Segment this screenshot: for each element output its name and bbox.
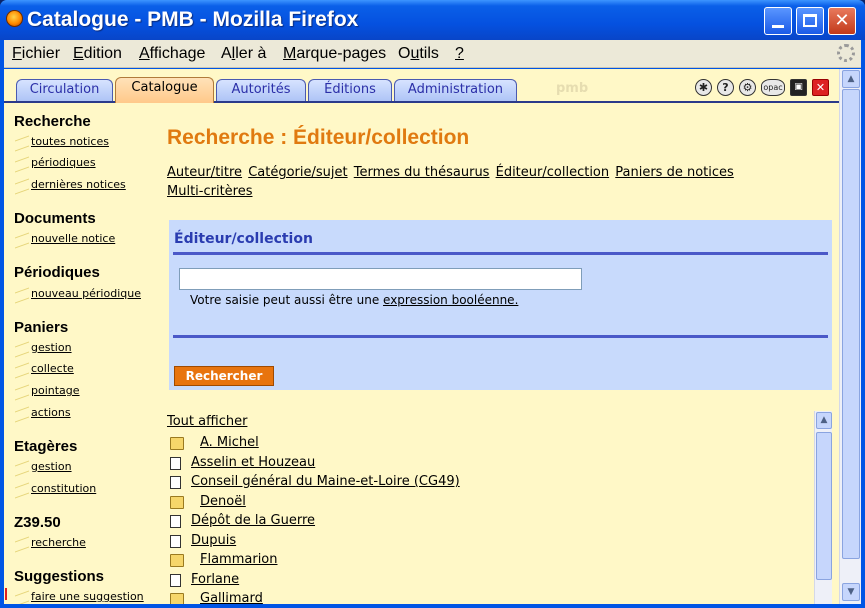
scroll-thumb[interactable]	[816, 432, 832, 580]
tab-circulation[interactable]: Circulation	[16, 79, 113, 101]
minimize-button[interactable]	[764, 7, 792, 35]
folder-icon	[170, 437, 184, 450]
scroll-down-icon[interactable]: ▼	[842, 583, 860, 601]
folder-icon	[170, 496, 184, 509]
menu-fichier[interactable]: Fichier	[12, 45, 60, 63]
menu-bar: Fichier Edition Affichage Aller à Marque…	[4, 40, 861, 68]
sidebar-title-recherche: Recherche	[14, 113, 91, 130]
document-icon	[170, 535, 181, 548]
sidebar-title-etageres: Etagères	[14, 438, 78, 455]
nav-termes-thesaurus[interactable]: Termes du thésaurus	[354, 165, 490, 180]
scroll-up-icon[interactable]: ▲	[842, 70, 860, 88]
page-scrollbar[interactable]: ▲ ▼	[839, 69, 861, 604]
folder-icon	[170, 593, 184, 604]
sidebar-title-z3950: Z39.50	[14, 514, 61, 531]
folder-icon	[170, 554, 184, 567]
title-bar[interactable]: Catalogue - PMB - Mozilla Firefox ✕	[0, 0, 865, 40]
nav-categorie-sujet[interactable]: Catégorie/sujet	[248, 165, 347, 180]
tab-autorites[interactable]: Autorités	[216, 79, 306, 101]
sidebar-title-periodiques: Périodiques	[14, 264, 100, 281]
hint-text: Votre saisie peut aussi être une	[190, 293, 380, 307]
firefox-icon	[6, 10, 23, 27]
search-type-nav: Auteur/titre Catégorie/sujet Termes du t…	[167, 163, 767, 201]
page-title: Recherche : Éditeur/collection	[167, 126, 470, 149]
sidebar-link-pointage[interactable]: pointage	[31, 384, 80, 397]
search-hint: Votre saisie peut aussi être une express…	[190, 293, 518, 307]
maximize-icon	[803, 14, 817, 27]
sidebar-link-dernieres-notices[interactable]: dernières notices	[31, 178, 126, 191]
nav-multi-criteres[interactable]: Multi-critères	[167, 184, 253, 199]
search-form-panel: Éditeur/collection Votre saisie peut aus…	[169, 220, 832, 390]
save-icon[interactable]: ▣	[790, 79, 807, 96]
show-all-link[interactable]: Tout afficher	[167, 414, 247, 429]
sidebar-link-etageres-gestion[interactable]: gestion	[31, 460, 72, 473]
sidebar-link-toutes-notices[interactable]: toutes notices	[31, 135, 109, 148]
edge-marker	[5, 588, 7, 600]
sidebar-link-nouveau-periodique[interactable]: nouveau périodique	[31, 287, 141, 300]
nav-auteur-titre[interactable]: Auteur/titre	[167, 165, 242, 180]
sidebar-link-faire-une-suggestion[interactable]: faire une suggestion	[31, 590, 144, 603]
search-button[interactable]: Rechercher	[174, 366, 274, 386]
document-icon	[170, 457, 181, 470]
close-icon: ✕	[834, 10, 850, 31]
search-input[interactable]	[179, 268, 582, 290]
sidebar-link-actions[interactable]: actions	[31, 406, 71, 419]
sidebar-link-periodiques[interactable]: périodiques	[31, 156, 96, 169]
sidebar-title-suggestions: Suggestions	[14, 568, 105, 585]
close-icon[interactable]: ✕	[812, 79, 829, 96]
menu-affichage[interactable]: Affichage	[139, 45, 205, 63]
boolean-expression-link[interactable]: expression booléenne.	[383, 293, 518, 307]
help-icon[interactable]: ?	[717, 79, 734, 96]
pmb-watermark: pmb	[556, 81, 589, 96]
minimize-icon	[772, 25, 784, 28]
sidebar-link-z3950-recherche[interactable]: recherche	[31, 536, 86, 549]
opac-icon[interactable]: opac	[761, 79, 785, 96]
globe-icon[interactable]: ✱	[695, 79, 712, 96]
main-panel: Recherche : Éditeur/collection Auteur/ti…	[167, 109, 839, 604]
toolbar-icons: ✱ ? ⚙ opac ▣ ✕	[695, 79, 829, 97]
sidebar: Recherche toutes notices périodiques der…	[4, 109, 164, 604]
gear-icon[interactable]: ⚙	[739, 79, 756, 96]
sidebar-link-nouvelle-notice[interactable]: nouvelle notice	[31, 232, 115, 245]
panel-title: Éditeur/collection	[174, 231, 313, 247]
menu-edition[interactable]: Edition	[73, 45, 122, 63]
sidebar-title-paniers: Paniers	[14, 319, 69, 336]
close-window-button[interactable]: ✕	[828, 7, 856, 35]
sidebar-link-constitution[interactable]: constitution	[31, 482, 96, 495]
tab-editions[interactable]: Éditions	[308, 79, 392, 101]
menu-marque-pages[interactable]: Marque-pages	[283, 45, 386, 63]
panel-divider-top	[173, 252, 828, 255]
results-list: Tout afficher A. Michel Asselin et Houze…	[167, 414, 460, 604]
menu-help[interactable]: ?	[455, 45, 464, 63]
tab-administration[interactable]: Administration	[394, 79, 517, 101]
window-title: Catalogue - PMB - Mozilla Firefox	[27, 8, 359, 31]
document-icon	[170, 574, 181, 587]
menu-aller-a[interactable]: Aller à	[221, 45, 266, 63]
menu-outils[interactable]: Outils	[398, 45, 439, 63]
scroll-up-icon[interactable]: ▲	[816, 412, 832, 429]
results-scrollbar[interactable]: ▲	[814, 411, 832, 604]
module-tabs: Circulation Catalogue Autorités Éditions…	[4, 69, 839, 103]
tab-catalogue[interactable]: Catalogue	[115, 77, 214, 103]
scroll-thumb[interactable]	[842, 89, 860, 559]
nav-editeur-collection[interactable]: Éditeur/collection	[496, 165, 610, 180]
sidebar-link-paniers-gestion[interactable]: gestion	[31, 341, 72, 354]
sidebar-title-documents: Documents	[14, 210, 96, 227]
sidebar-link-collecte[interactable]: collecte	[31, 362, 74, 375]
throbber-icon	[837, 44, 855, 62]
page-content: Circulation Catalogue Autorités Éditions…	[4, 69, 839, 604]
panel-divider-bottom	[173, 335, 828, 338]
maximize-button[interactable]	[796, 7, 824, 35]
document-icon	[170, 476, 181, 489]
browser-window: Catalogue - PMB - Mozilla Firefox ✕ Fich…	[0, 0, 865, 608]
document-icon	[170, 515, 181, 528]
nav-paniers-de-notices[interactable]: Paniers de notices	[615, 165, 734, 180]
